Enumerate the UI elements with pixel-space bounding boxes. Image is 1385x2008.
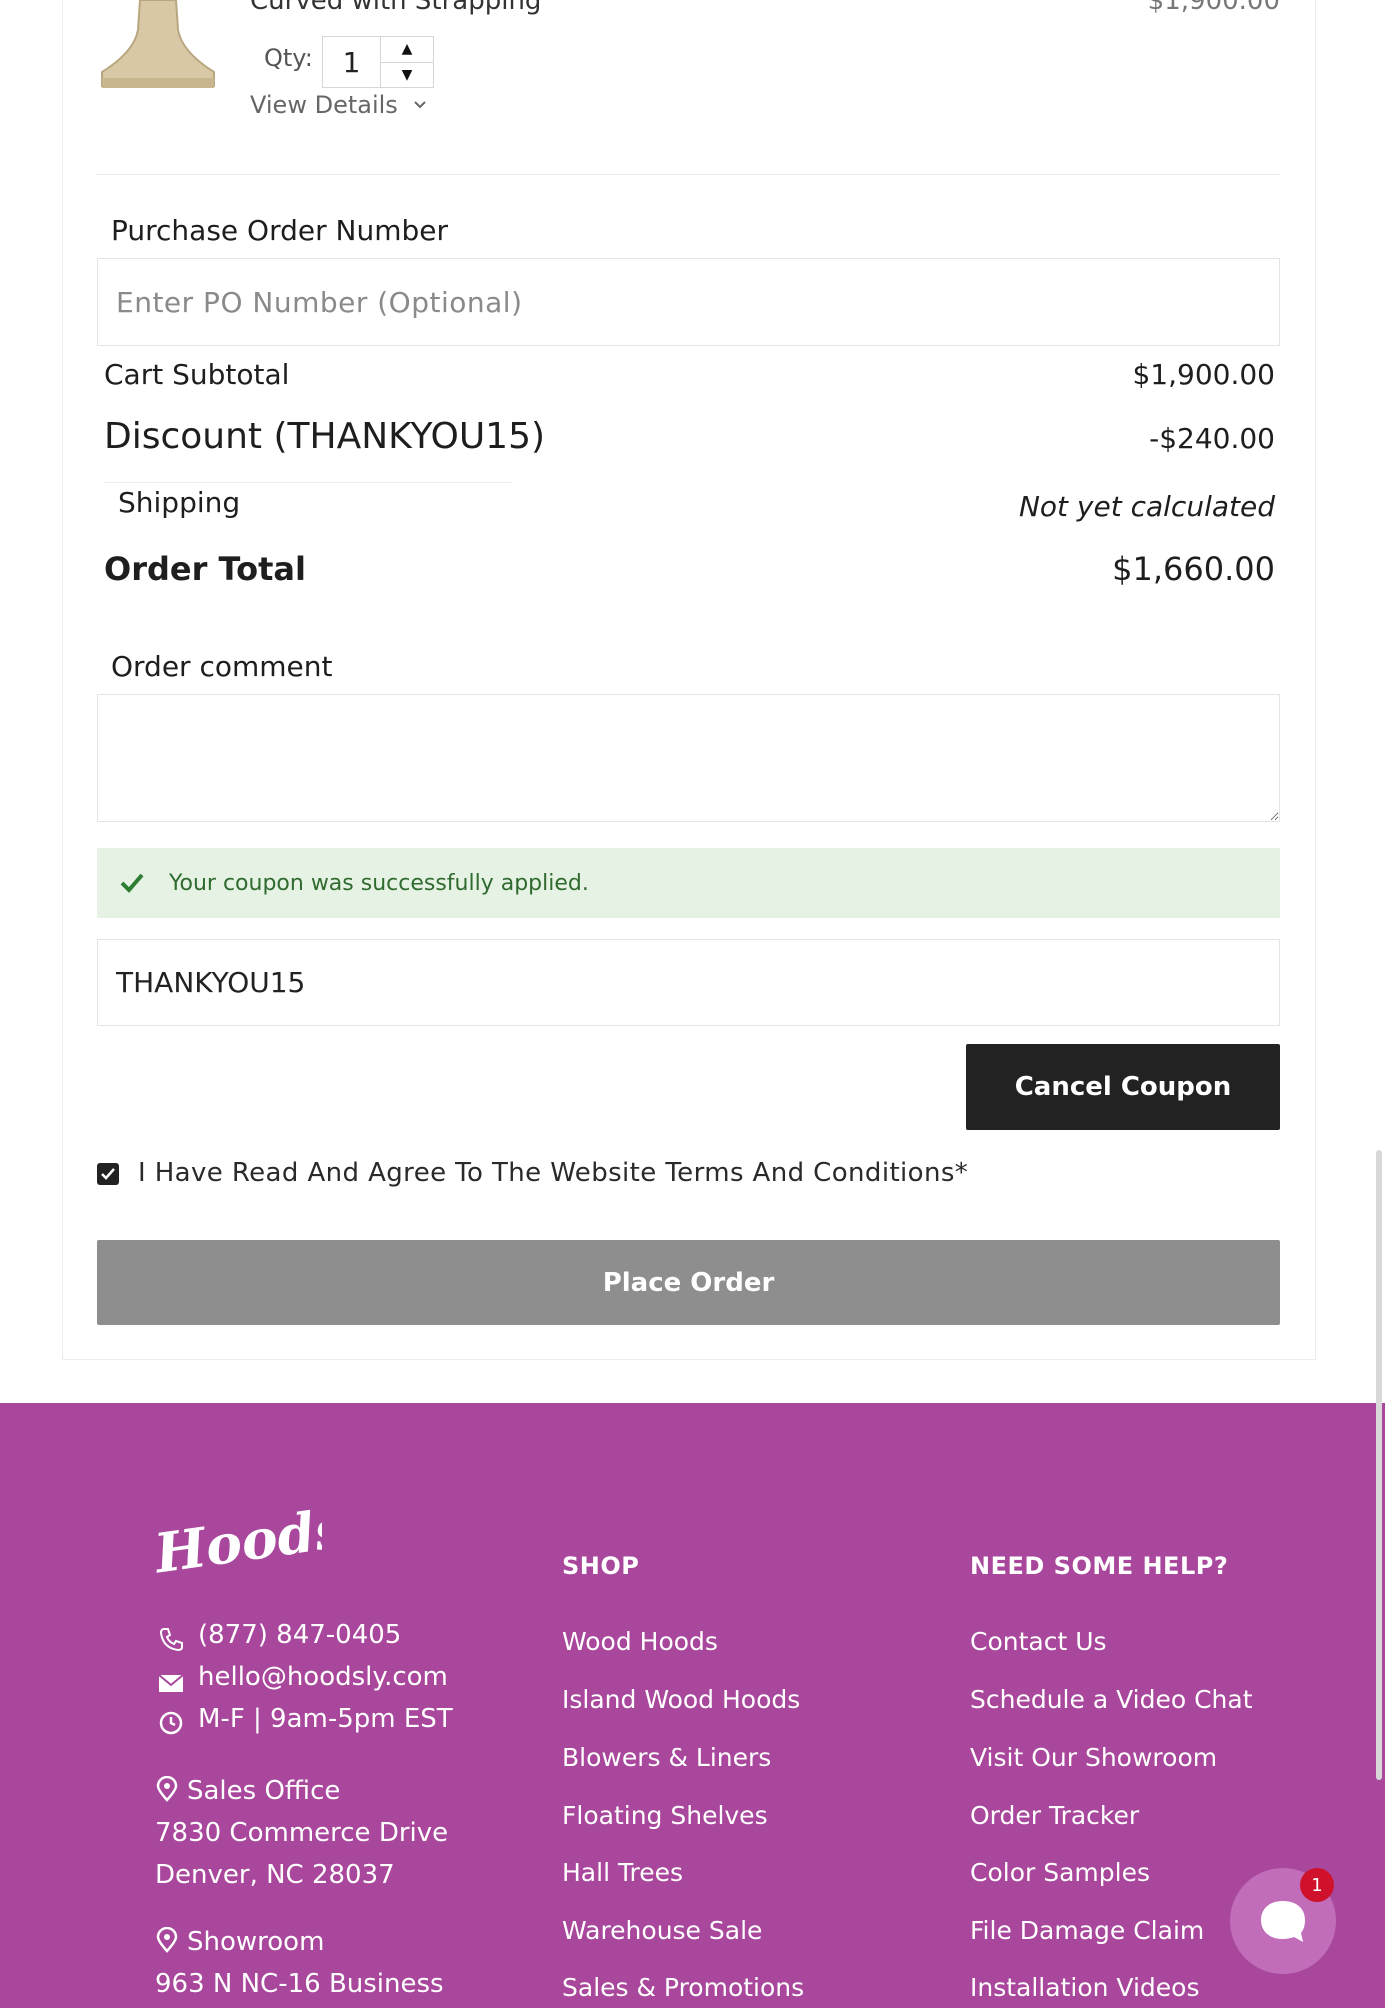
footer-link-floating-shelves[interactable]: Floating Shelves xyxy=(562,1801,768,1830)
sales-office-line1: 7830 Commerce Drive xyxy=(155,1818,449,1848)
footer-hours: M-F | 9am-5pm EST xyxy=(198,1704,453,1734)
chat-notification-badge: 1 xyxy=(1300,1868,1334,1902)
shipping-label: Shipping xyxy=(118,486,241,519)
phone-icon xyxy=(159,1628,183,1652)
footer-link-order-tracker[interactable]: Order Tracker xyxy=(970,1801,1139,1830)
shipping-value: Not yet calculated xyxy=(1018,490,1275,523)
location-pin-icon xyxy=(156,1776,178,1802)
view-details-label: View Details xyxy=(250,91,398,119)
envelope-icon xyxy=(158,1674,184,1692)
checkmark-icon xyxy=(101,1168,115,1180)
hoodsly-logo[interactable]: Hoodsly xyxy=(152,1500,322,1580)
terms-label: I Have Read And Agree To The Website Ter… xyxy=(138,1158,969,1188)
range-hood-thumbnail xyxy=(101,0,215,88)
qty-value[interactable]: 1 xyxy=(323,37,381,87)
footer-link-video-chat[interactable]: Schedule a Video Chat xyxy=(970,1685,1253,1714)
view-details-toggle[interactable]: View Details xyxy=(250,91,428,119)
footer-link-island-wood-hoods[interactable]: Island Wood Hoods xyxy=(562,1685,800,1714)
showroom-title: Showroom xyxy=(187,1927,325,1957)
chevron-down-icon xyxy=(414,101,426,109)
qty-increase-icon[interactable]: ▲ xyxy=(381,37,433,62)
showroom-line1: 963 N NC-16 Business xyxy=(155,1969,444,1999)
subtotal-value: $1,900.00 xyxy=(1132,358,1275,391)
shipping-divider xyxy=(104,482,512,483)
chat-bubble-icon xyxy=(1261,1901,1305,1942)
place-order-button[interactable]: Place Order xyxy=(97,1240,1280,1325)
po-number-input[interactable] xyxy=(97,258,1280,346)
product-price: $1,900.00 xyxy=(1147,0,1280,16)
footer-shop-heading: SHOP xyxy=(562,1552,640,1580)
qty-decrease-icon[interactable]: ▼ xyxy=(381,61,433,88)
sales-office-title: Sales Office xyxy=(187,1776,341,1806)
footer-help-heading: NEED SOME HELP? xyxy=(970,1552,1229,1580)
discount-label: Discount (THANKYOU15) xyxy=(104,416,546,457)
order-comment-textarea[interactable] xyxy=(97,694,1280,822)
coupon-success-text: Your coupon was successfully applied. xyxy=(169,870,589,896)
footer-link-contact-us[interactable]: Contact Us xyxy=(970,1627,1107,1656)
subtotal-label: Cart Subtotal xyxy=(104,358,290,391)
order-total-label: Order Total xyxy=(104,550,306,588)
quantity-stepper[interactable]: 1 ▲ ▼ xyxy=(322,36,434,88)
discount-value: -$240.00 xyxy=(1149,422,1275,455)
product-name: Curved with Strapping xyxy=(250,0,542,16)
coupon-code-input[interactable] xyxy=(97,939,1280,1026)
footer-link-hall-trees[interactable]: Hall Trees xyxy=(562,1858,683,1887)
cancel-coupon-button[interactable]: Cancel Coupon xyxy=(966,1044,1280,1130)
order-comment-label: Order comment xyxy=(111,650,333,683)
footer-email[interactable]: hello@hoodsly.com xyxy=(198,1662,448,1692)
footer-link-damage-claim[interactable]: File Damage Claim xyxy=(970,1916,1204,1945)
coupon-success-message: Your coupon was successfully applied. xyxy=(97,848,1280,918)
footer-link-color-samples[interactable]: Color Samples xyxy=(970,1858,1150,1887)
scrollbar[interactable] xyxy=(1376,1150,1382,1780)
po-label: Purchase Order Number xyxy=(111,214,448,247)
location-pin-icon xyxy=(156,1927,178,1953)
order-total-value: $1,660.00 xyxy=(1112,550,1275,588)
divider xyxy=(96,174,1280,175)
footer-link-sales-promotions[interactable]: Sales & Promotions xyxy=(562,1973,804,2002)
clock-icon xyxy=(159,1711,183,1735)
footer-link-warehouse-sale[interactable]: Warehouse Sale xyxy=(562,1916,762,1945)
svg-text:Hoodsly: Hoodsly xyxy=(152,1500,322,1580)
checkmark-icon xyxy=(120,873,144,893)
footer-link-showroom[interactable]: Visit Our Showroom xyxy=(970,1743,1217,1772)
qty-label: Qty: xyxy=(264,44,313,72)
sales-office-line2: Denver, NC 28037 xyxy=(155,1860,395,1890)
footer-phone[interactable]: (877) 847-0405 xyxy=(198,1620,401,1650)
footer-link-wood-hoods[interactable]: Wood Hoods xyxy=(562,1627,718,1656)
terms-checkbox[interactable] xyxy=(97,1163,119,1185)
footer-link-blowers-liners[interactable]: Blowers & Liners xyxy=(562,1743,771,1772)
footer-link-installation-videos[interactable]: Installation Videos xyxy=(970,1973,1199,2002)
